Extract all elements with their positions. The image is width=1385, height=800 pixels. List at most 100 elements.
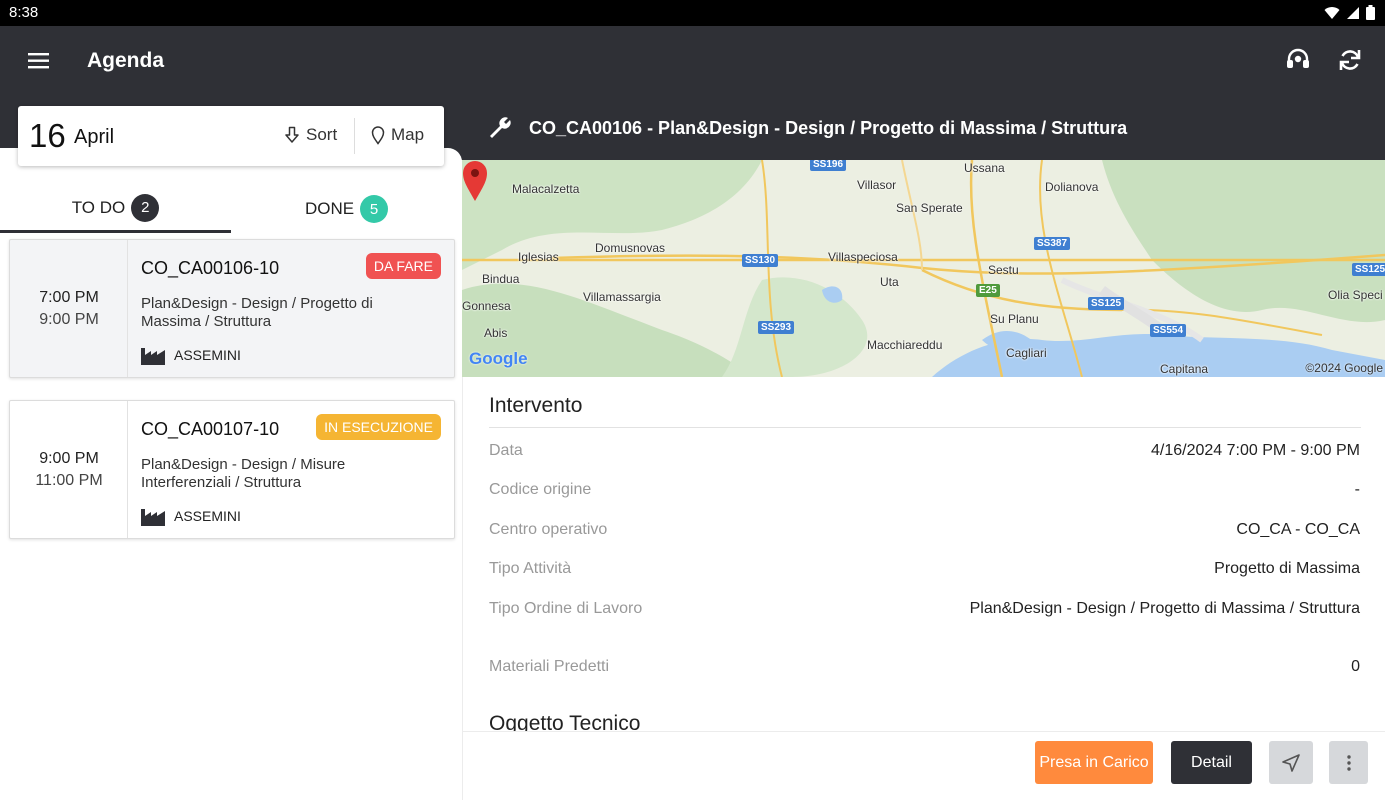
road-shield: SS125 — [1352, 263, 1385, 276]
tab-todo[interactable]: TO DO 2 — [0, 185, 231, 233]
map-label-villasor: Villasor — [857, 178, 897, 192]
section-title-intervento: Intervento — [489, 394, 583, 417]
task-location-label: ASSEMINI — [174, 347, 241, 363]
signal-icon — [1347, 6, 1359, 19]
map-label-iglesias: Iglesias — [518, 250, 559, 264]
date-day: 16 — [29, 117, 66, 154]
intervention-details: Intervento Data 4/16/2024 7:00 PM - 9:00… — [462, 377, 1385, 731]
map-label-macchiareddu: Macchiareddu — [867, 338, 943, 352]
task-code: CO_CA00107-10 — [141, 419, 280, 439]
map-label-villaspeciosa: Villaspeciosa — [828, 250, 898, 264]
task-location: ASSEMINI — [141, 345, 241, 365]
section-divider — [489, 427, 1361, 428]
map-copyright: ©2024 Google — [1305, 361, 1383, 375]
road-shield: SS130 — [742, 254, 779, 267]
field-value: Plan&Design - Design / Progetto di Massi… — [969, 600, 1360, 617]
road-shield: E25 — [976, 284, 1000, 297]
map-label-cagliari: Cagliari — [1006, 346, 1047, 360]
headset-icon[interactable] — [1284, 46, 1312, 74]
wifi-icon — [1324, 6, 1340, 19]
detail-button[interactable]: Detail — [1171, 741, 1252, 784]
task-start-time: 7:00 PM — [39, 289, 99, 306]
task-time-column: 7:00 PM 9:00 PM — [10, 240, 128, 377]
road-shield: SS387 — [1034, 237, 1071, 250]
battery-icon — [1366, 5, 1375, 20]
take-charge-button[interactable]: Presa in Carico — [1035, 741, 1153, 784]
more-options-button[interactable] — [1329, 741, 1368, 784]
menu-icon[interactable] — [27, 50, 51, 72]
task-end-time: 9:00 PM — [39, 311, 99, 328]
road-shield: SS196 — [810, 160, 847, 171]
sort-label: Sort — [306, 125, 338, 144]
location-map[interactable]: Ussana Malacalzetta Villasor Dolianova S… — [462, 160, 1385, 377]
field-label: Tipo Ordine di Lavoro — [489, 600, 643, 617]
field-value: - — [1354, 481, 1360, 498]
task-description: Plan&Design - Design / Progetto di Massi… — [141, 295, 373, 330]
map-pin-icon — [371, 125, 385, 145]
field-value: CO_CA - CO_CA — [1236, 521, 1360, 538]
map-label-malacalzetta: Malacalzetta — [512, 182, 580, 196]
refresh-icon[interactable] — [1336, 46, 1364, 74]
action-footer: Presa in Carico Detail — [462, 731, 1385, 800]
status-badge: IN ESECUZIONE — [316, 414, 441, 440]
map-label-villamassargia: Villamassargia — [583, 290, 661, 304]
card-divider — [354, 118, 355, 154]
status-time: 8:38 — [9, 4, 39, 21]
field-label: Data — [489, 442, 523, 459]
map-label-sestu: Sestu — [988, 263, 1019, 277]
section-title-oggetto: Oggetto Tecnico — [489, 712, 641, 731]
field-value: 4/16/2024 7:00 PM - 9:00 PM — [1150, 442, 1360, 459]
map-label-su-planu: Su Planu — [990, 312, 1039, 326]
status-bar: 8:38 — [0, 0, 1385, 26]
road-shield: SS125 — [1088, 297, 1125, 310]
date-card: 16 April Sort Map — [18, 106, 444, 166]
map-label-san-sperate: San Sperate — [896, 201, 963, 215]
navigate-button[interactable] — [1269, 741, 1313, 784]
task-time-column: 9:00 PM 11:00 PM — [10, 401, 128, 538]
tab-done-label: DONE — [304, 199, 355, 218]
field-label: Codice origine — [489, 481, 592, 498]
map-label-olia-speci: Olia Speci — [1328, 288, 1383, 302]
status-tabs: TO DO 2 DONE 5 — [0, 185, 462, 233]
task-end-time: 11:00 PM — [35, 472, 103, 489]
date-month[interactable]: April — [74, 126, 114, 149]
task-card[interactable]: 7:00 PM 9:00 PM CO_CA00106-10 DA FARE Pl… — [9, 239, 455, 378]
task-location-label: ASSEMINI — [174, 508, 241, 524]
done-count-badge: 5 — [360, 195, 389, 223]
map-label-dolianova: Dolianova — [1045, 180, 1099, 194]
map-label-ussana: Ussana — [964, 161, 1005, 175]
detail-header-title: CO_CA00106 - Plan&Design - Design / Prog… — [529, 118, 1128, 138]
map-marker-icon[interactable] — [462, 160, 488, 202]
sort-button[interactable]: Sort — [284, 125, 337, 145]
status-badge: DA FARE — [365, 253, 441, 279]
map-label-abis: Abis — [484, 326, 508, 340]
sort-down-icon — [285, 126, 299, 143]
field-label: Materiali Predetti — [489, 658, 610, 675]
map-label-bindua: Bindua — [482, 272, 520, 286]
road-shield: SS554 — [1150, 324, 1187, 337]
road-shield: SS293 — [758, 321, 795, 334]
map-label-gonnesa: Gonnesa — [462, 299, 511, 313]
task-card[interactable]: 9:00 PM 11:00 PM CO_CA00107-10 IN ESECUZ… — [9, 400, 455, 539]
page-title: Agenda — [87, 49, 165, 72]
map-label-capitana: Capitana — [1160, 362, 1209, 376]
map-provider-logo[interactable]: Google — [469, 349, 528, 369]
field-value: Progetto di Massima — [1214, 560, 1360, 577]
field-label: Centro operativo — [489, 521, 608, 538]
task-description: Plan&Design - Design / Misure Interferen… — [141, 456, 346, 491]
map-label: Map — [391, 125, 425, 144]
task-location: ASSEMINI — [141, 506, 241, 526]
task-code: CO_CA00106-10 — [141, 258, 280, 278]
field-label: Tipo Attività — [489, 560, 572, 577]
more-vertical-icon — [1346, 754, 1351, 771]
tab-done[interactable]: DONE 5 — [231, 185, 462, 233]
map-label-uta: Uta — [880, 275, 899, 289]
system-icons — [1324, 5, 1375, 20]
navigation-icon — [1282, 753, 1300, 772]
task-start-time: 9:00 PM — [39, 450, 99, 467]
todo-count-badge: 2 — [131, 193, 160, 222]
map-label-domusnovas: Domusnovas — [595, 241, 666, 255]
tab-todo-label: TO DO — [71, 197, 126, 217]
factory-icon — [141, 509, 165, 526]
map-button[interactable]: Map — [371, 125, 424, 145]
